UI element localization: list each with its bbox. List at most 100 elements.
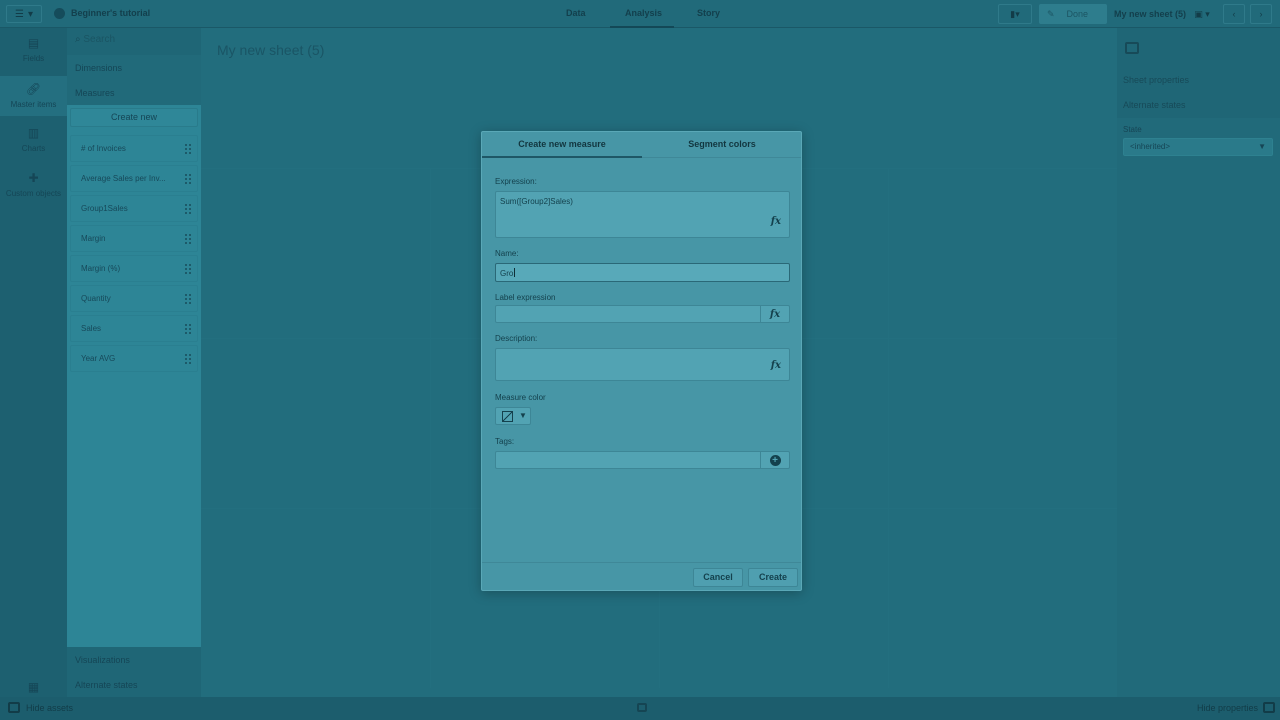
app-name[interactable]: Beginner's tutorial	[71, 8, 150, 18]
cancel-button[interactable]: Cancel	[693, 568, 743, 587]
chevron-down-icon: ▾	[27, 8, 33, 20]
grid-icon[interactable]	[637, 703, 647, 712]
measure-item[interactable]: Quantity	[70, 285, 198, 312]
drag-handle-icon[interactable]	[185, 174, 191, 184]
tab-segment-colors[interactable]: Segment colors	[642, 132, 802, 158]
sheet-icon	[1125, 42, 1139, 54]
panel-toggle-icon[interactable]	[1263, 702, 1275, 713]
state-label: State	[1123, 125, 1142, 134]
create-button[interactable]: Create	[748, 568, 798, 587]
global-menu-button[interactable]: ☰ ▾	[6, 5, 42, 23]
tags-input[interactable]: +	[495, 451, 790, 469]
create-new-button[interactable]: Create new	[70, 108, 198, 127]
drag-handle-icon[interactable]	[185, 144, 191, 154]
chevron-left-icon: ‹	[1232, 9, 1236, 19]
chevron-down-icon: ▼	[1258, 142, 1266, 151]
fx-icon[interactable]: fx	[771, 360, 781, 371]
fx-icon[interactable]: fx	[771, 216, 781, 227]
grid-line	[430, 168, 431, 688]
assets-search[interactable]: ⌕ Search	[67, 28, 201, 55]
text-caret	[514, 268, 516, 277]
sheets-icon: ▣ ▾	[1194, 8, 1210, 19]
label-expression-fx-button[interactable]: fx	[760, 306, 789, 322]
sheet-title[interactable]: My new sheet (5)	[217, 42, 324, 58]
section-visualizations[interactable]: Visualizations	[67, 647, 201, 672]
measure-item[interactable]: Margin	[70, 225, 198, 252]
drag-handle-icon[interactable]	[185, 204, 191, 214]
measure-item[interactable]: Year AVG	[70, 345, 198, 372]
hide-assets-button[interactable]: Hide assets	[26, 703, 73, 713]
panel-toggle-icon[interactable]	[8, 702, 20, 713]
label-expression-input[interactable]: fx	[495, 305, 790, 323]
fields-icon: ▤	[27, 36, 40, 50]
top-toolbar: ☰ ▾ Beginner's tutorial Data Analysis St…	[0, 0, 1280, 28]
state-value: <inherited>	[1130, 142, 1171, 151]
description-label: Description:	[495, 334, 538, 343]
section-alternate-states[interactable]: Alternate states	[67, 672, 201, 697]
tab-analysis[interactable]: Analysis	[625, 8, 662, 18]
measure-item[interactable]: Group1Sales	[70, 195, 198, 222]
search-placeholder: Search	[83, 34, 116, 45]
expression-value: Sum([Group2]Sales)	[500, 197, 573, 206]
grid-line	[888, 168, 889, 688]
asset-type-rail: ▤ Fields 🔗︎ Master items ▥ Charts ✚ Cust…	[0, 28, 67, 697]
measure-item[interactable]: # of Invoices	[70, 135, 198, 162]
rail-calendar[interactable]: ▦	[0, 680, 67, 698]
edit-done-button[interactable]: ✎ Done	[1039, 4, 1107, 24]
sheet-menu-button[interactable]: ▣ ▾	[1186, 4, 1218, 24]
previous-sheet-button[interactable]: ‹	[1223, 4, 1245, 24]
measure-color-picker[interactable]: ▼	[495, 407, 531, 425]
description-input[interactable]: fx	[495, 348, 790, 381]
measure-label: Group1Sales	[81, 204, 128, 213]
bookmark-button[interactable]: ▮▾	[998, 4, 1032, 24]
tab-create-new-measure[interactable]: Create new measure	[482, 132, 642, 158]
measure-item[interactable]: Sales	[70, 315, 198, 342]
label-expression-label: Label expression	[495, 293, 556, 302]
measure-label: # of Invoices	[81, 144, 126, 153]
next-sheet-button[interactable]: ›	[1250, 4, 1272, 24]
assets-panel: ⌕ Search Dimensions Measures Create new …	[67, 28, 201, 697]
name-input[interactable]: Gro	[495, 263, 790, 282]
bottom-bar: Hide assets Hide properties	[0, 697, 1280, 720]
current-sheet-name[interactable]: My new sheet (5)	[1114, 9, 1186, 19]
measure-item[interactable]: Average Sales per Inv...	[70, 165, 198, 192]
dialog-footer: Cancel Create	[482, 562, 801, 590]
tags-label: Tags:	[495, 437, 515, 446]
drag-handle-icon[interactable]	[185, 234, 191, 244]
measure-item[interactable]: Margin (%)	[70, 255, 198, 282]
section-dimensions[interactable]: Dimensions	[67, 55, 201, 80]
name-text: Gro	[500, 269, 514, 278]
drag-handle-icon[interactable]	[185, 324, 191, 334]
state-select[interactable]: <inherited> ▼	[1123, 138, 1273, 156]
calendar-icon: ▦	[27, 680, 40, 694]
rail-item-fields[interactable]: ▤ Fields	[0, 36, 67, 63]
expression-input[interactable]: Sum([Group2]Sales) fx	[495, 191, 790, 238]
chart-icon: ▥	[27, 126, 40, 140]
rail-item-label: Master items	[10, 100, 57, 109]
fx-icon: fx	[769, 308, 781, 320]
tab-story[interactable]: Story	[697, 8, 720, 18]
drag-handle-icon[interactable]	[185, 294, 191, 304]
measure-color-label: Measure color	[495, 393, 546, 402]
drag-handle-icon[interactable]	[185, 264, 191, 274]
properties-panel: Sheet properties Alternate states State …	[1117, 28, 1280, 697]
expression-label: Expression:	[495, 177, 537, 186]
dialog-tabs: Create new measure Segment colors	[482, 132, 801, 158]
drag-handle-icon[interactable]	[185, 354, 191, 364]
rail-item-label: Fields	[22, 54, 45, 63]
rail-item-custom-objects[interactable]: ✚ Custom objects	[0, 171, 67, 198]
hide-properties-button[interactable]: Hide properties	[1197, 703, 1258, 713]
rail-item-label: Charts	[21, 144, 46, 153]
tab-data[interactable]: Data	[566, 8, 586, 18]
hamburger-icon: ☰	[15, 8, 24, 20]
search-icon: ⌕	[75, 34, 81, 45]
sheet-properties-link[interactable]: Sheet properties	[1123, 75, 1189, 85]
rail-item-charts[interactable]: ▥ Charts	[0, 126, 67, 153]
alternate-states-link[interactable]: Alternate states	[1123, 100, 1186, 110]
section-measures[interactable]: Measures	[67, 80, 201, 105]
create-measure-dialog: Create new measure Segment colors Expres…	[481, 131, 802, 591]
rail-item-label: Custom objects	[5, 189, 62, 198]
add-tag-button[interactable]: +	[760, 452, 789, 468]
rail-item-master-items[interactable]: 🔗︎ Master items	[0, 76, 67, 116]
plus-circle-icon: +	[769, 454, 781, 466]
